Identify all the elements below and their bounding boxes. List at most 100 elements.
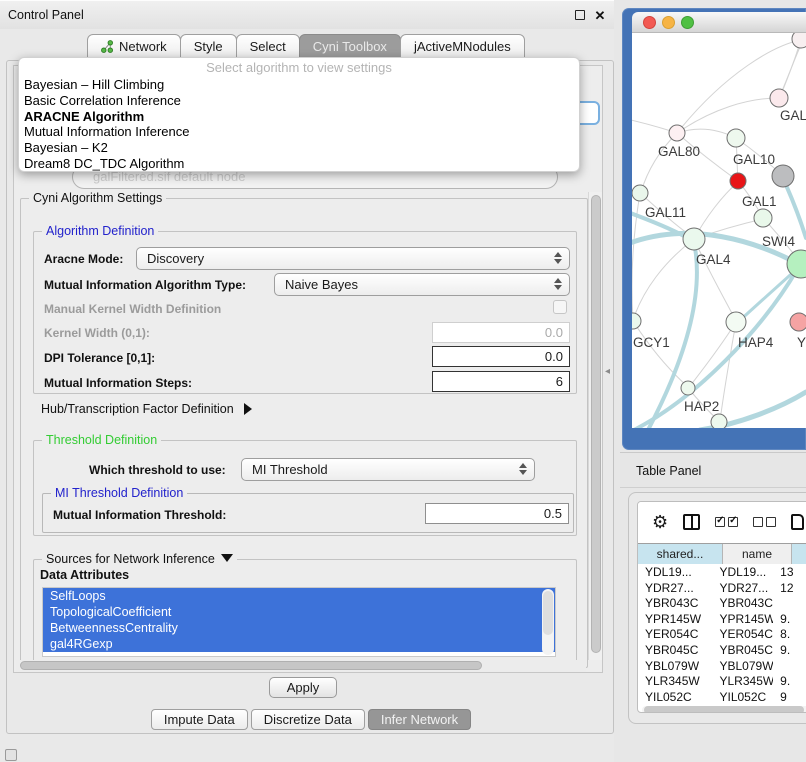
network-node-hap4[interactable] [726,312,746,332]
data-attribute-item[interactable]: TopologicalCoefficient [43,604,555,620]
aracne-mode-value: Discovery [147,251,204,266]
mi-steps-field[interactable]: 6 [432,371,570,392]
network-edge-highlighted[interactable] [783,178,806,238]
tab-select[interactable]: Select [236,34,300,58]
mi-threshold-field[interactable]: 0.5 [425,503,569,524]
network-node-gal10[interactable] [727,129,745,147]
algorithm-option-aracne-algorithm[interactable]: ARACNE Algorithm [19,109,579,125]
gear-icon[interactable]: ⚙ [652,513,668,531]
tab-label: Style [194,35,223,58]
stepper-icon [519,463,527,475]
document-icon[interactable] [791,514,804,530]
select-all-icon[interactable] [715,517,738,527]
hub-definition-expander[interactable]: Hub/Transcription Factor Definition [41,402,252,416]
minimize-window-icon[interactable] [662,16,675,29]
bottom-tabbar: Impute DataDiscretize DataInfer Network [7,709,615,730]
table-horizontal-scrollbar[interactable] [642,706,806,713]
column-header-shared-[interactable]: shared... [638,544,723,564]
network-edge[interactable] [633,239,694,320]
data-attribute-item[interactable]: gal4RGexp [43,636,555,652]
table-toolbar: ⚙ [638,502,806,542]
network-node[interactable] [730,173,746,189]
network-node-gal80[interactable] [669,125,685,141]
aracne-mode-combobox[interactable]: Discovery [136,247,570,270]
network-node[interactable] [772,165,794,187]
network-window-titlebar[interactable] [632,12,806,33]
data-attribute-item[interactable]: SelfLoops [43,588,555,604]
table-row[interactable]: YDL19...YDL19...13 [638,565,806,581]
table-row[interactable]: YBR043CYBR043C [638,596,806,612]
close-panel-button[interactable]: ✕ [592,8,608,24]
settings-vertical-scrollbar[interactable] [588,192,602,660]
tab-jactivemnodules[interactable]: jActiveMNodules [400,34,525,58]
network-node-label: HAP2 [684,399,719,414]
network-node-label: GAL80 [658,144,700,159]
data-attribute-item[interactable]: BetweennessCentrality [43,620,555,636]
tab-cyni-toolbox[interactable]: Cyni Toolbox [299,34,401,58]
table-row[interactable]: YBR045CYBR045C9. [638,643,806,659]
tab-style[interactable]: Style [180,34,237,58]
manual-kernel-checkbox[interactable] [553,300,567,314]
tab-impute-data[interactable]: Impute Data [151,709,248,730]
network-edge[interactable] [641,133,677,192]
which-threshold-combobox[interactable]: MI Threshold [241,458,535,481]
network-canvas[interactable]: GALGAL80GAL10GAL1GAL11SWI4GAL4GCY1HAP4YH… [632,33,806,428]
column-pane-icon[interactable] [683,514,700,530]
algorithm-option-basic-correlation-inference[interactable]: Basic Correlation Inference [19,93,579,109]
network-canvas-svg: GALGAL80GAL10GAL1GAL11SWI4GAL4GCY1HAP4YH… [632,33,806,428]
table-row[interactable]: YER054CYER054C8. [638,627,806,643]
network-edge[interactable] [690,322,736,386]
network-edge[interactable] [720,322,736,421]
kernel-width-label: Kernel Width (0,1): [44,326,150,340]
table-row[interactable]: YIL052CYIL052C9 [638,690,806,705]
network-node-gal11[interactable] [632,185,648,201]
table-row[interactable]: YLR345WYLR345W9. [638,674,806,690]
dpi-tolerance-field[interactable]: 0.0 [432,346,570,367]
mi-threshold-group-title: MI Threshold Definition [51,486,187,500]
column-header-name[interactable]: name [723,544,792,564]
table-row[interactable]: YDR27...YDR27...12 [638,581,806,597]
panel-divider-handle[interactable]: ◂ [605,366,610,377]
network-node-label: HAP4 [738,335,774,350]
network-node-label: GAL10 [733,152,775,167]
network-node-label: GAL [780,108,806,123]
tab-network[interactable]: Network [87,34,181,58]
column-header-a[interactable]: A [792,544,806,564]
table-cell: YBL079W [638,659,713,675]
data-attributes-list[interactable]: SelfLoopsTopologicalCoefficientBetweenne… [42,587,556,657]
algorithm-option-bayesian-k2[interactable]: Bayesian – K2 [19,140,579,156]
network-node-hap2[interactable] [681,381,695,395]
table-cell: 13 [773,565,806,581]
table-row[interactable]: YPR145WYPR145W9. [638,612,806,628]
float-panel-button[interactable] [572,8,588,24]
list-scrollbar[interactable] [542,589,554,655]
tab-label: Cyni Toolbox [313,35,387,58]
network-node-gcy1[interactable] [632,313,641,329]
expand-down-icon [221,554,233,562]
kernel-width-field[interactable]: 0.0 [432,322,570,343]
deselect-all-icon[interactable] [753,517,776,527]
algorithm-option-bayesian-hill-climbing[interactable]: Bayesian – Hill Climbing [19,77,579,93]
tab-discretize-data[interactable]: Discretize Data [251,709,365,730]
expand-right-icon [244,403,252,415]
table-panel-titlebar: Table Panel [620,452,806,488]
tab-infer-network[interactable]: Infer Network [368,709,471,730]
network-node-gal1[interactable] [754,209,772,227]
network-node[interactable] [792,33,806,48]
minimized-panel-icon[interactable] [5,749,17,761]
algorithm-option-dream8-dc-tdc-algorithm[interactable]: Dream8 DC_TDC Algorithm [19,156,579,172]
apply-button[interactable]: Apply [269,677,337,698]
network-node[interactable] [711,414,727,428]
zoom-window-icon[interactable] [681,16,694,29]
tab-label: jActiveMNodules [414,35,511,58]
table-cell [773,596,806,612]
close-window-icon[interactable] [643,16,656,29]
network-node-y[interactable] [790,313,806,331]
table-cell [773,659,806,675]
mi-type-combobox[interactable]: Naive Bayes [274,273,570,296]
algorithm-option-mutual-information-inference[interactable]: Mutual Information Inference [19,124,579,140]
network-node-gal[interactable] [770,89,788,107]
table-row[interactable]: YBL079WYBL079W [638,659,806,675]
network-node-gal4[interactable] [683,228,705,250]
settings-horizontal-scrollbar[interactable] [16,660,586,672]
